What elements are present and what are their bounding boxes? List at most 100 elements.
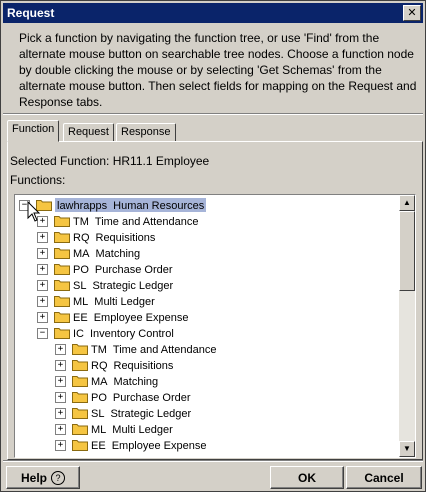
- folder-icon: [54, 296, 70, 307]
- expand-icon[interactable]: +: [55, 391, 66, 403]
- folder-icon: [72, 344, 88, 355]
- tree-node[interactable]: + MA Matching: [55, 373, 158, 389]
- tree-node-label: Multi Ledger: [112, 424, 173, 436]
- tree-node[interactable]: + EE Employee Expense: [55, 437, 206, 453]
- tree-node[interactable]: + ML Multi Ledger: [55, 421, 173, 437]
- tree-node-text[interactable]: lawhrapps Human Resources: [55, 198, 207, 212]
- folder-icon: [54, 312, 70, 323]
- close-icon: ✕: [407, 7, 417, 19]
- tree-node-code: ML: [73, 296, 89, 308]
- tree-node[interactable]: + EE Employee Expense: [37, 309, 188, 325]
- vertical-scrollbar[interactable]: ▲ ▼: [399, 195, 415, 457]
- ok-button[interactable]: OK: [270, 466, 344, 489]
- tree-node-label: Employee Expense: [111, 440, 207, 452]
- tree-node[interactable]: − IC Inventory Control: [37, 325, 174, 341]
- folder-icon: [72, 376, 88, 387]
- tree-node[interactable]: + TM Time and Attendance: [55, 341, 216, 357]
- tree-node-label: Purchase Order: [94, 264, 173, 276]
- tree-node-label: Requisitions: [95, 232, 156, 244]
- tree-node-text[interactable]: SL Strategic Ledger: [73, 278, 173, 292]
- instructions-text: Pick a function by navigating the functi…: [19, 31, 417, 109]
- tree-node-code: PO: [73, 264, 89, 276]
- tree-node-text[interactable]: RQ Requisitions: [91, 358, 173, 372]
- expand-icon[interactable]: +: [55, 375, 66, 387]
- expand-icon[interactable]: +: [37, 295, 48, 307]
- tree-node-text[interactable]: SL Strategic Ledger: [91, 406, 191, 420]
- tree-node[interactable]: + SL Strategic Ledger: [37, 277, 173, 293]
- window-title: Request: [7, 6, 55, 20]
- cancel-button[interactable]: Cancel: [346, 466, 422, 489]
- tree-node-label: Human Resources: [113, 200, 205, 212]
- expand-icon[interactable]: +: [37, 311, 48, 323]
- help-icon: ?: [51, 470, 65, 485]
- mouse-cursor-icon: [27, 201, 41, 222]
- request-dialog: Request ✕ Pick a function by navigating …: [0, 0, 426, 492]
- tree-node-text[interactable]: TM Time and Attendance: [73, 214, 198, 228]
- folder-icon: [54, 216, 70, 227]
- tree-node[interactable]: + RQ Requisitions: [37, 229, 155, 245]
- tree-root-node[interactable]: − lawhrapps Human Resources: [19, 197, 207, 213]
- tree-node-label: Matching: [95, 248, 141, 260]
- expand-icon[interactable]: +: [55, 439, 66, 451]
- tree-node-text[interactable]: EE Employee Expense: [91, 438, 206, 452]
- tree-node-code: MA: [73, 248, 90, 260]
- function-tree[interactable]: − lawhrapps Human Resources + TM Time and Att…: [14, 194, 416, 458]
- tree-node[interactable]: + TM Time and Attendance: [37, 213, 198, 229]
- functions-label: Functions:: [10, 173, 66, 187]
- folder-icon: [54, 232, 70, 243]
- expand-icon[interactable]: +: [55, 343, 66, 355]
- tree-node-code: PO: [91, 392, 107, 404]
- folder-icon: [54, 264, 70, 275]
- tree-node-code: lawhrapps: [57, 200, 108, 212]
- tree-node-label: Strategic Ledger: [92, 280, 174, 292]
- scroll-up-button[interactable]: ▲: [399, 195, 415, 211]
- tree-rows: − lawhrapps Human Resources + TM Time and Att…: [15, 195, 397, 457]
- scroll-down-icon: ▼: [403, 444, 411, 453]
- expand-icon[interactable]: +: [37, 279, 48, 291]
- folder-icon: [72, 360, 88, 371]
- tree-node-label: Inventory Control: [90, 328, 174, 340]
- scroll-down-button[interactable]: ▼: [399, 441, 415, 457]
- scroll-thumb[interactable]: [399, 211, 415, 291]
- divider: [3, 113, 423, 115]
- tree-node[interactable]: + PO Purchase Order: [55, 389, 191, 405]
- divider: [3, 460, 423, 462]
- tree-node-label: Employee Expense: [93, 312, 189, 324]
- tree-node-text[interactable]: ML Multi Ledger: [91, 422, 173, 436]
- tree-node[interactable]: + RQ Requisitions: [55, 357, 173, 373]
- help-button-label: Help: [20, 470, 47, 485]
- selected-function-label: Selected Function: HR11.1 Employee: [10, 154, 210, 168]
- tree-node-label: Time and Attendance: [112, 344, 217, 356]
- tab-function[interactable]: Function: [7, 120, 60, 142]
- expand-icon[interactable]: +: [55, 359, 66, 371]
- collapse-icon[interactable]: −: [37, 327, 48, 339]
- folder-icon: [72, 392, 88, 403]
- tab-response[interactable]: Response: [116, 123, 176, 142]
- tree-node[interactable]: + SL Strategic Ledger: [55, 405, 191, 421]
- tree-node-text[interactable]: PO Purchase Order: [91, 390, 191, 404]
- help-button[interactable]: Help ?: [6, 466, 80, 489]
- tree-node-text[interactable]: ML Multi Ledger: [73, 294, 155, 308]
- tree-node-text[interactable]: IC Inventory Control: [73, 326, 174, 340]
- expand-icon[interactable]: +: [37, 263, 48, 275]
- expand-icon[interactable]: +: [37, 247, 48, 259]
- tree-node[interactable]: + PO Purchase Order: [37, 261, 173, 277]
- tree-node-text[interactable]: PO Purchase Order: [73, 262, 173, 276]
- tree-node-label: Requisitions: [113, 360, 174, 372]
- expand-icon[interactable]: +: [55, 423, 66, 435]
- tree-node-label: Time and Attendance: [94, 216, 199, 228]
- tree-node-text[interactable]: MA Matching: [91, 374, 158, 388]
- tree-node-text[interactable]: EE Employee Expense: [73, 310, 188, 324]
- tree-node[interactable]: + ML Multi Ledger: [37, 293, 155, 309]
- tree-node[interactable]: + MA Matching: [37, 245, 140, 261]
- title-bar[interactable]: Request ✕: [3, 3, 423, 23]
- close-button[interactable]: ✕: [403, 5, 421, 21]
- tree-node-text[interactable]: MA Matching: [73, 246, 140, 260]
- folder-icon: [72, 408, 88, 419]
- tree-node-text[interactable]: RQ Requisitions: [73, 230, 155, 244]
- folder-icon: [54, 328, 70, 339]
- expand-icon[interactable]: +: [37, 231, 48, 243]
- expand-icon[interactable]: +: [55, 407, 66, 419]
- tab-request[interactable]: Request: [63, 123, 114, 142]
- tree-node-text[interactable]: TM Time and Attendance: [91, 342, 216, 356]
